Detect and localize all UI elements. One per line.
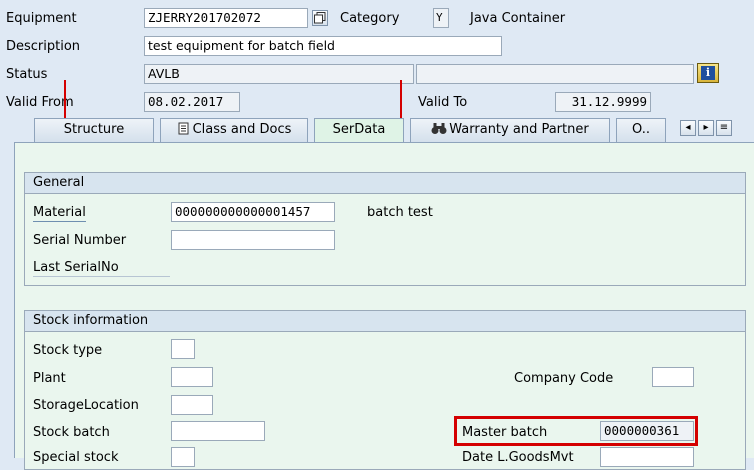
tab-label: Structure <box>63 122 125 137</box>
tab-class-and-docs[interactable]: Class and Docs <box>160 118 308 142</box>
material-label[interactable]: Material <box>33 205 86 222</box>
storage-location-field[interactable] <box>171 395 213 415</box>
status-label: Status <box>6 67 48 82</box>
tab-structure[interactable]: Structure <box>34 118 154 142</box>
company-code-label: Company Code <box>514 371 614 386</box>
tab-label: Class and Docs <box>192 122 292 137</box>
date-goods-mvt-field[interactable] <box>600 447 694 467</box>
equipment-field[interactable]: ZJERRY201702072 <box>144 8 308 28</box>
serial-number-label: Serial Number <box>33 233 127 248</box>
last-serial-label: Last SerialNo <box>33 260 170 277</box>
tab-label: O.. <box>632 122 650 137</box>
tab-serdata[interactable]: SerData <box>314 118 404 142</box>
valid-to-field[interactable]: 31.12.9999 <box>555 92 651 112</box>
copy-icon[interactable] <box>312 10 328 26</box>
special-stock-field[interactable] <box>171 447 195 467</box>
stock-information-group: Stock information <box>24 310 746 470</box>
description-label: Description <box>6 39 81 54</box>
tab-warranty-and-partner[interactable]: Warranty and Partner <box>410 118 610 142</box>
document-icon <box>177 121 190 143</box>
equipment-label: Equipment <box>6 11 77 26</box>
storage-location-label: StorageLocation <box>33 398 139 413</box>
status-field[interactable]: AVLB <box>144 64 414 84</box>
category-field[interactable]: Y <box>433 8 449 28</box>
valid-to-label: Valid To <box>418 95 468 110</box>
info-icon[interactable]: i <box>697 63 719 83</box>
valid-from-field[interactable]: 08.02.2017 <box>144 92 240 112</box>
tabstrip: Structure Class and Docs SerData Warrant… <box>0 118 754 142</box>
group-title: Stock information <box>25 311 745 332</box>
material-text: batch test <box>367 205 433 220</box>
stock-type-field[interactable] <box>171 339 195 359</box>
stock-batch-label: Stock batch <box>33 425 110 440</box>
chevron-right-icon[interactable]: ▸ <box>698 120 714 136</box>
plant-field[interactable] <box>171 367 213 387</box>
stock-batch-field[interactable] <box>171 421 265 441</box>
tab-other[interactable]: O.. <box>616 118 666 142</box>
tab-list-icon[interactable]: ≡ <box>716 120 732 136</box>
serial-number-field[interactable] <box>171 230 335 250</box>
group-title: General <box>25 173 745 194</box>
stock-type-label: Stock type <box>33 343 103 358</box>
category-text: Java Container <box>470 11 566 26</box>
company-code-field[interactable] <box>652 367 694 387</box>
date-goods-mvt-label: Date L.GoodsMvt <box>462 450 574 465</box>
binoculars-icon <box>431 121 447 143</box>
plant-label: Plant <box>33 371 66 386</box>
material-field[interactable]: 000000000000001457 <box>171 202 335 222</box>
tab-label: SerData <box>332 122 386 137</box>
master-batch-highlight <box>454 416 698 446</box>
status-text-field <box>416 64 694 84</box>
category-label: Category <box>340 11 400 26</box>
special-stock-label: Special stock <box>33 450 119 465</box>
chevron-left-icon[interactable]: ◂ <box>680 120 696 136</box>
tab-label: Warranty and Partner <box>449 122 589 137</box>
description-field[interactable]: test equipment for batch field <box>144 36 502 56</box>
